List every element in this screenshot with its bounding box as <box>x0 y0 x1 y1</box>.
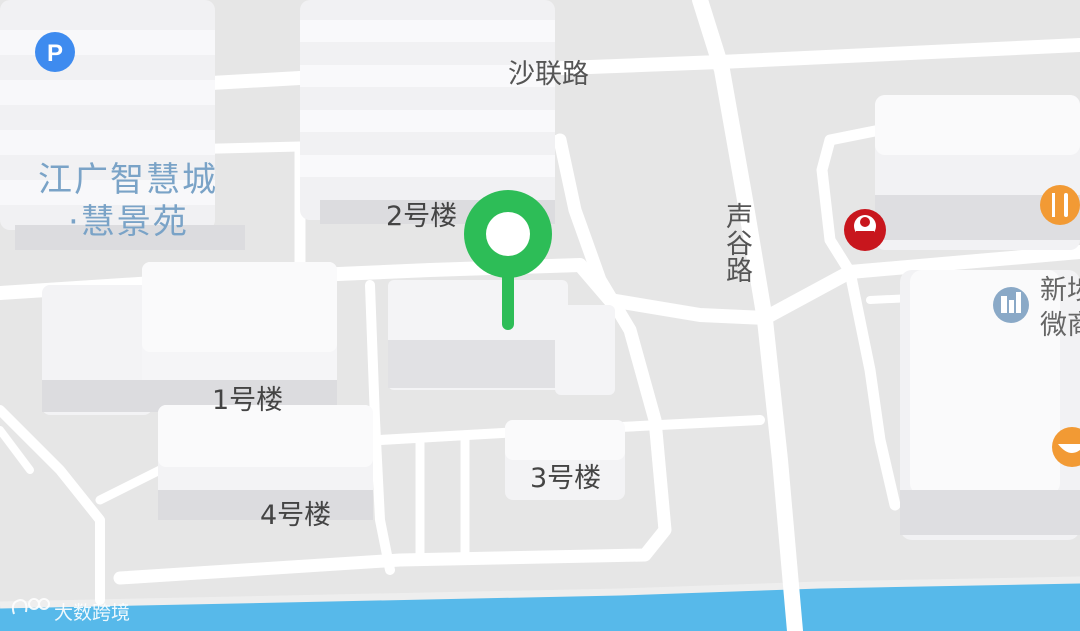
road-label-shenggu: 声谷路 <box>721 202 752 283</box>
road-label-shalian: 沙联路 <box>508 59 589 90</box>
building-label-2: 2号楼 <box>386 201 458 232</box>
office-building-icon <box>993 287 1029 323</box>
map-view[interactable]: P 江广智慧城 ·慧景苑 沙联路 声谷路 2号楼 1号楼 4号楼 3号楼 新 微… <box>0 0 1080 631</box>
building-label-1: 1号楼 <box>212 385 284 416</box>
district-label-line2: ·慧景苑 <box>68 202 189 242</box>
map-base-layer: P <box>0 0 1080 631</box>
poi-label-line1: 新埗 <box>1040 275 1080 306</box>
district-label-line1: 江广智慧城 <box>38 160 218 200</box>
building-label-3: 3号楼 <box>530 463 602 494</box>
watermark: 大数跨境 <box>54 598 130 625</box>
parking-icon: P <box>35 32 75 72</box>
building-label-4: 4号楼 <box>260 500 332 531</box>
watermark-text: 大数跨境 <box>54 602 131 624</box>
kfc-icon <box>844 209 886 251</box>
svg-text:P: P <box>47 40 63 67</box>
poi-label-line2: 微商 <box>1040 310 1080 341</box>
fork-knife-icon <box>1040 185 1080 225</box>
